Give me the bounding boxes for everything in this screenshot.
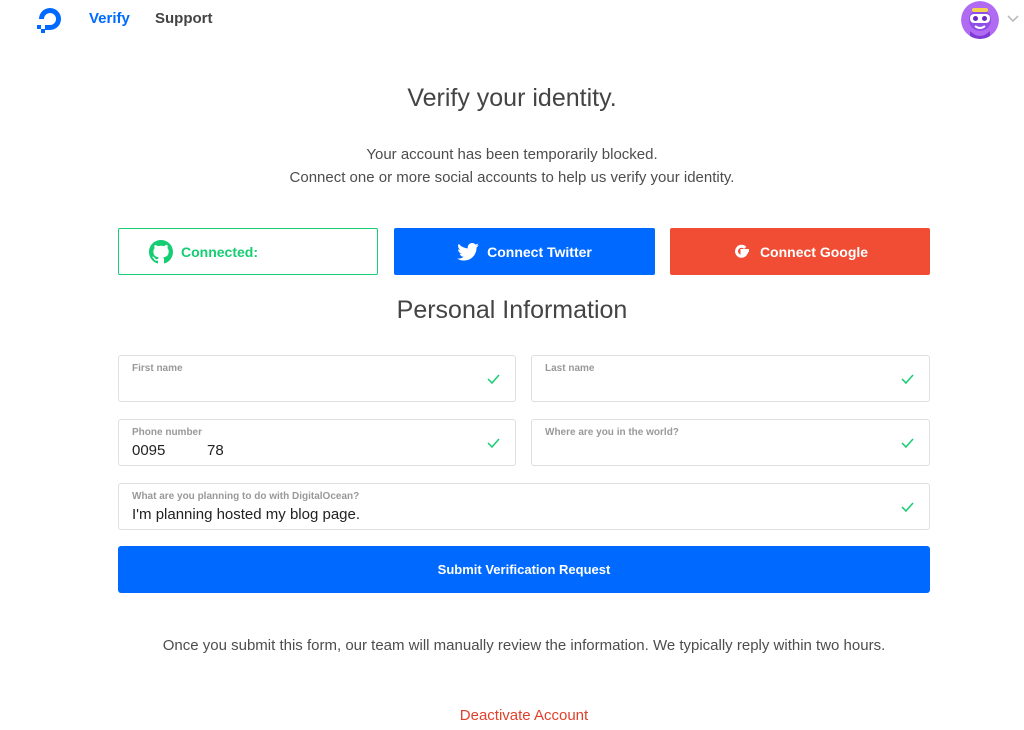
page-title: Verify your identity. <box>407 84 617 112</box>
check-icon <box>487 374 500 384</box>
check-icon <box>487 438 500 448</box>
check-icon <box>901 438 914 448</box>
last-name-label: Last name <box>545 363 595 374</box>
submit-verification-button[interactable]: Submit Verification Request <box>118 546 930 593</box>
location-label: Where are you in the world? <box>545 427 679 438</box>
nav-support-link[interactable]: Support <box>155 10 213 27</box>
twitter-icon <box>457 242 479 261</box>
top-navigation: Verify Support <box>0 0 1024 39</box>
verify-page: Verify Support Verify your identity. You… <box>0 0 1024 730</box>
plan-field[interactable]: What are you planning to do with Digital… <box>118 483 930 530</box>
blocked-message: Your account has been temporarily blocke… <box>366 146 658 163</box>
connect-instructions: Connect one or more social accounts to h… <box>289 169 735 186</box>
phone-number-label: Phone number <box>132 427 203 438</box>
deactivate-account-link[interactable]: Deactivate Account <box>0 707 1024 724</box>
google-icon <box>732 242 752 262</box>
connect-twitter-button[interactable]: Connect Twitter <box>394 228 655 275</box>
phone-number-field[interactable]: Phone number 0095 78 <box>118 419 516 466</box>
last-name-field[interactable]: Last name <box>531 355 930 402</box>
first-name-field[interactable]: First name <box>118 355 516 402</box>
nav-verify-link[interactable]: Verify <box>89 10 130 27</box>
check-icon <box>901 374 914 384</box>
chevron-down-icon <box>1007 15 1019 23</box>
personal-information-title: Personal Information <box>396 296 628 324</box>
digitalocean-logo-icon[interactable] <box>34 3 66 35</box>
check-icon <box>901 502 914 512</box>
account-menu[interactable] <box>961 1 1021 39</box>
github-connected-button[interactable]: Connected: <box>118 228 378 275</box>
plan-value: I'm planning hosted my blog page. <box>132 506 361 523</box>
first-name-label: First name <box>132 363 183 374</box>
github-icon <box>149 239 173 264</box>
review-note: Once you submit this form, our team will… <box>162 637 886 654</box>
google-button-label: Connect Google <box>759 243 869 260</box>
twitter-button-label: Connect Twitter <box>487 243 592 260</box>
location-field[interactable]: Where are you in the world? <box>531 419 930 466</box>
phone-number-value: 0095 78 <box>132 442 224 459</box>
github-button-label: Connected: <box>181 243 258 260</box>
connect-google-button[interactable]: Connect Google <box>670 228 930 275</box>
plan-label: What are you planning to do with Digital… <box>132 491 360 502</box>
user-avatar-icon <box>961 1 999 39</box>
